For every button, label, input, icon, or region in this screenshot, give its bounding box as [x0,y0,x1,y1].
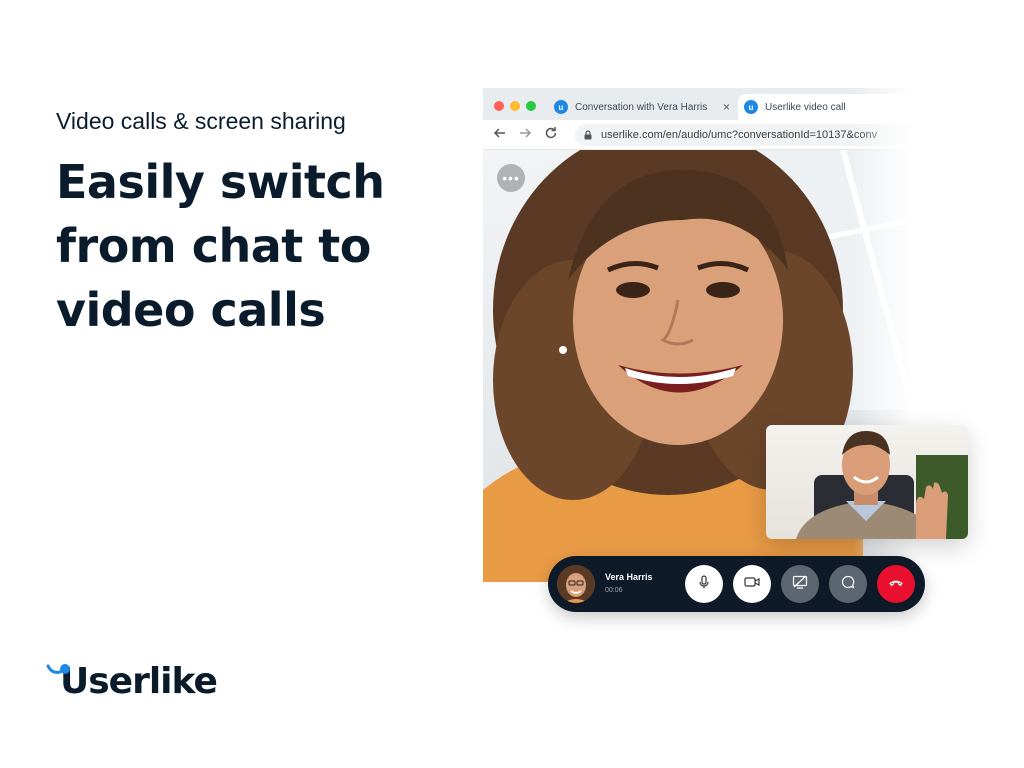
chat-bubble-icon [841,575,855,594]
forward-arrow-icon[interactable] [518,126,532,144]
headline-line-1: Easily switch [56,155,385,209]
self-preview-feed [796,431,968,539]
call-duration: 00:06 [605,587,623,594]
close-icon[interactable]: × [723,100,730,114]
self-preview-video[interactable] [766,425,968,539]
tab-conversation[interactable]: u Conversation with Vera Harris × [548,94,738,120]
screen-share-button[interactable] [781,565,819,603]
screen-share-off-icon [792,575,808,594]
browser-tab-bar: u Conversation with Vera Harris × u User… [483,88,913,120]
tab-label: Conversation with Vera Harris [575,101,708,113]
headline: Easily switch from chat to video calls [56,150,436,342]
userlike-logo-icon [46,660,74,704]
userlike-icon: u [744,100,758,114]
phone-hangup-icon [889,575,903,593]
chat-button[interactable] [829,565,867,603]
address-bar: userlike.com/en/audio/umc?conversationId… [483,120,913,150]
section-kicker: Video calls & screen sharing [56,108,346,134]
back-arrow-icon[interactable] [493,126,507,144]
minimize-window-dot[interactable] [510,101,520,111]
microphone-icon [697,574,711,594]
userlike-logo[interactable]: Userlike [46,660,218,704]
camera-icon [744,575,760,594]
avatar [557,565,595,603]
more-options-button[interactable]: ••• [497,164,525,192]
headline-line-2: from chat to [56,219,371,273]
caller-name: Vera Harris [605,572,653,582]
close-window-dot[interactable] [494,101,504,111]
camera-button[interactable] [733,565,771,603]
call-controls-bar: Vera Harris 00:06 [548,556,925,612]
logo-wordmark: Userlike [60,661,218,702]
maximize-window-dot[interactable] [526,101,536,111]
microphone-button[interactable] [685,565,723,603]
reload-icon[interactable] [544,126,558,144]
userlike-icon: u [554,100,568,114]
tab-label: Userlike video call [765,101,846,113]
lock-icon [583,130,593,140]
headline-line-3: video calls [56,283,326,337]
url-text: userlike.com/en/audio/umc?conversationId… [601,129,878,141]
hang-up-button[interactable] [877,565,915,603]
